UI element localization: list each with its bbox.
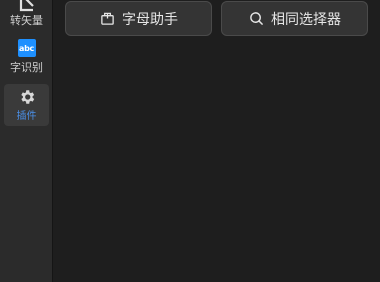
package-icon bbox=[99, 11, 115, 27]
letter-assistant-button[interactable]: 字母助手 bbox=[65, 1, 212, 36]
gear-icon bbox=[17, 87, 37, 107]
sidebar-item-label: 转矢量 bbox=[10, 14, 43, 27]
same-selector-label: 相同选择器 bbox=[271, 11, 341, 28]
main-panel: 字母助手 相同选择器 bbox=[53, 0, 380, 282]
vector-icon bbox=[16, 0, 38, 14]
sidebar: 转矢量 abc 字识别 插件 bbox=[0, 0, 53, 282]
sidebar-item-plugin[interactable]: 插件 bbox=[4, 84, 49, 126]
ocr-abc-icon: abc bbox=[17, 39, 36, 57]
sidebar-item-label: 字识别 bbox=[10, 61, 43, 74]
app-window: 转矢量 abc 字识别 插件 字母助手 相同选择器 bbox=[0, 0, 380, 282]
same-selector-button[interactable]: 相同选择器 bbox=[221, 1, 368, 36]
sidebar-item-ocr[interactable]: abc 字识别 bbox=[4, 38, 49, 80]
sidebar-item-vector[interactable]: 转矢量 bbox=[4, 0, 49, 30]
search-icon bbox=[248, 11, 264, 27]
sidebar-item-label: 插件 bbox=[16, 111, 37, 122]
letter-assistant-label: 字母助手 bbox=[122, 11, 178, 28]
